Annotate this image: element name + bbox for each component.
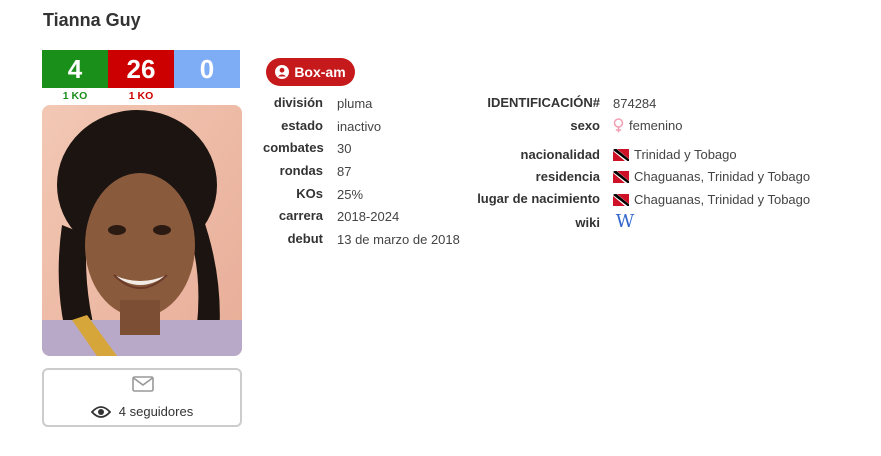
id-value: 874284: [613, 96, 657, 111]
sex-text: femenino: [629, 118, 683, 133]
nationality-value: Trinidad y Tobago: [613, 147, 737, 162]
nationality-text: Trinidad y Tobago: [634, 147, 737, 162]
residence-label: residencia: [535, 169, 600, 184]
trinidad-flag-icon: [613, 193, 629, 206]
residence-text: Chaguanas, Trinidad y Tobago: [634, 169, 811, 184]
trinidad-flag-icon: [613, 170, 629, 183]
wikipedia-icon[interactable]: W: [613, 212, 637, 230]
female-icon: [613, 118, 624, 133]
birthplace-text: Chaguanas, Trinidad y Tobago: [634, 192, 811, 207]
wiki-link[interactable]: W: [613, 212, 637, 230]
trinidad-flag-icon: [613, 148, 629, 161]
svg-text:W: W: [616, 212, 635, 230]
sex-label: sexo: [570, 118, 600, 133]
wiki-label: wiki: [575, 215, 600, 230]
residence-value: Chaguanas, Trinidad y Tobago: [613, 169, 810, 184]
birthplace-label: lugar de nacimiento: [477, 191, 600, 206]
details-right: IDENTIFICACIÓN# 874284 sexo femenino nac…: [0, 0, 881, 456]
sex-value: femenino: [613, 118, 682, 133]
id-label: IDENTIFICACIÓN#: [487, 95, 600, 110]
nationality-label: nacionalidad: [520, 147, 600, 162]
birthplace-value: Chaguanas, Trinidad y Tobago: [613, 192, 810, 207]
